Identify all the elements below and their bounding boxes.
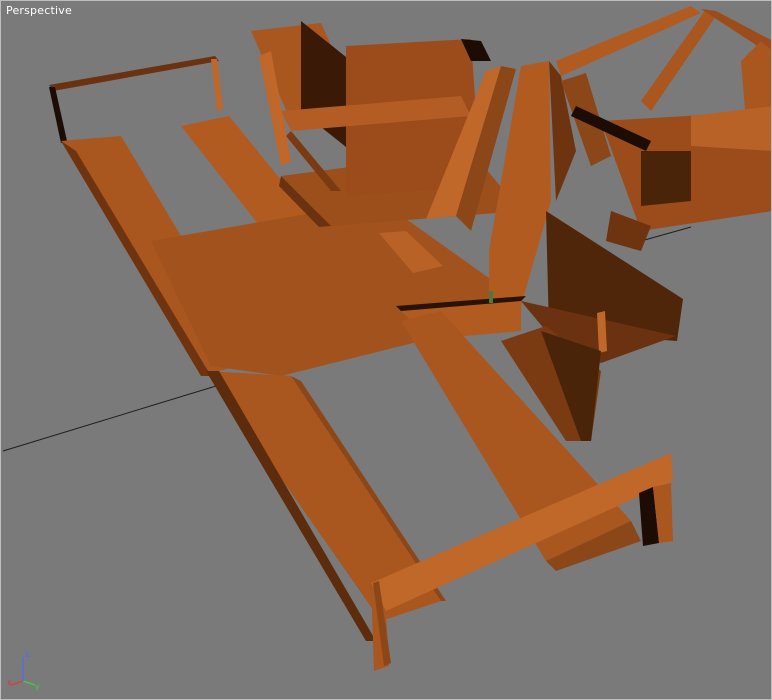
perspective-viewport[interactable]: Perspective x y z: [0, 0, 772, 700]
character-marker: [489, 291, 493, 303]
axis-tripod: x y z: [7, 650, 40, 691]
back-right-structure: [556, 6, 771, 251]
deck-plank-front-left: [206, 371, 446, 641]
viewport-label[interactable]: Perspective: [6, 4, 72, 17]
3d-scene[interactable]: [1, 1, 772, 700]
z-axis-label: z: [25, 650, 29, 659]
x-axis-line: [10, 680, 24, 686]
y-axis-label: y: [35, 682, 40, 691]
y-axis-line: [22, 680, 36, 686]
x-axis-label: x: [7, 678, 12, 687]
grid-line: [2, 385, 217, 452]
